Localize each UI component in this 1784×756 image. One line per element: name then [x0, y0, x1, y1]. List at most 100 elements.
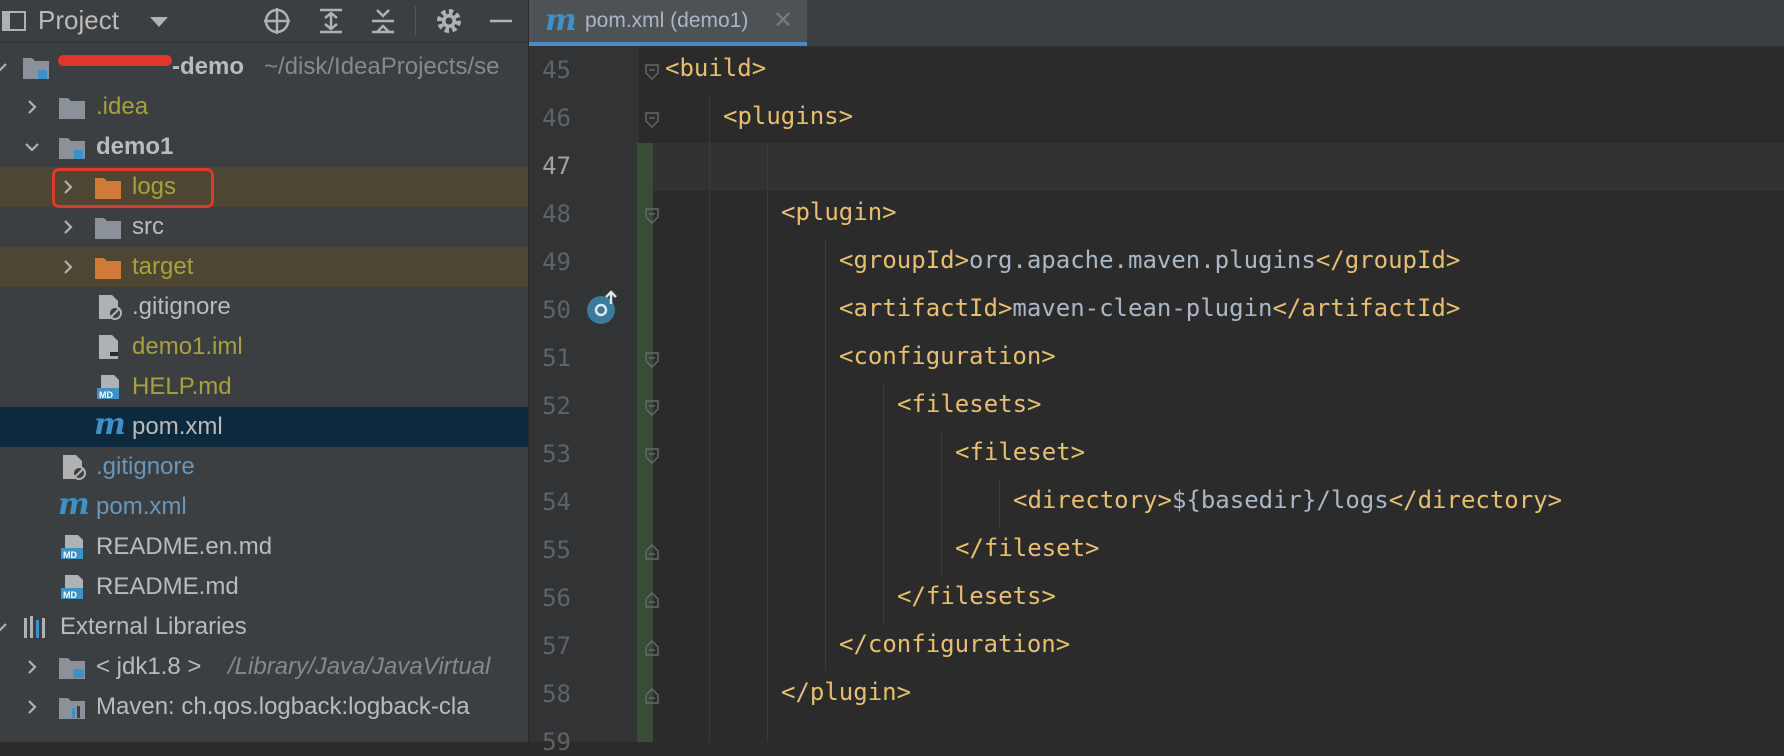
tree-item-label: target — [132, 253, 194, 280]
tree-item-demo1-pom[interactable]: m pom.xml — [0, 407, 528, 447]
tree-item-label: .gitignore — [132, 293, 231, 320]
line-number-current: 47 — [542, 152, 571, 180]
line-number: 59 — [542, 728, 571, 756]
chevron-right-icon[interactable] — [60, 179, 76, 195]
line-number: 49 — [542, 248, 571, 276]
folder-icon — [59, 98, 85, 119]
tree-item-path: /Library/Java/JavaVirtual — [228, 653, 491, 680]
tree-item-readme[interactable]: MD README.md — [0, 567, 528, 607]
chevron-right-icon[interactable] — [60, 259, 76, 275]
tree-item-label: HELP.md — [132, 373, 232, 400]
tree-item-root-gitignore[interactable]: .gitignore — [0, 447, 528, 487]
indent-guide — [767, 143, 768, 742]
module-folder-icon — [59, 138, 85, 159]
tree-item-label: README.md — [96, 573, 239, 600]
markdown-file-icon: MD — [61, 575, 83, 600]
code-line-45: <build> — [665, 54, 766, 82]
code-line-54: <directory>${basedir}/logs</directory> — [1013, 486, 1562, 514]
tree-item-label: pom.xml — [96, 493, 187, 520]
tree-item-demo1-iml[interactable]: demo1.iml — [0, 327, 528, 367]
chevron-down-icon[interactable] — [0, 619, 8, 635]
editor-tab-bar: m pom.xml (demo1) ✕ — [529, 0, 1784, 47]
indent-guide — [709, 95, 710, 742]
chevron-down-icon[interactable] — [150, 17, 168, 27]
iml-file-icon — [99, 335, 118, 359]
chevron-right-icon[interactable] — [24, 659, 40, 675]
line-number: 55 — [542, 536, 571, 564]
xml-text: maven-clean-plugin — [1012, 294, 1273, 322]
excluded-folder-icon — [95, 178, 121, 199]
tree-item-target[interactable]: target — [0, 247, 528, 287]
line-number: 56 — [542, 584, 571, 612]
gear-icon[interactable] — [434, 6, 464, 36]
project-view-icon — [2, 11, 26, 31]
tree-item-root-project[interactable]: -demo ~/disk/IdeaProjects/se — [0, 47, 528, 87]
xml-tag: </artifactId> — [1272, 294, 1461, 322]
xml-tag: <plugin> — [781, 198, 897, 226]
tree-item-jdk[interactable]: < jdk1.8 > /Library/Java/JavaVirtual — [0, 647, 528, 687]
xml-tag: <plugins> — [723, 102, 854, 130]
ignore-file-icon — [99, 295, 122, 320]
tree-item-label: External Libraries — [60, 613, 247, 640]
svg-text:MD: MD — [63, 590, 77, 600]
xml-text: ${basedir}/logs — [1171, 486, 1389, 514]
xml-tag: <artifactId> — [839, 294, 1013, 322]
tree-item-root-pom[interactable]: m pom.xml — [0, 487, 528, 527]
maven-file-icon: m — [58, 487, 90, 522]
tree-item-label: src — [132, 213, 164, 240]
line-number: 50 — [542, 296, 571, 324]
tree-item-readme-en[interactable]: MD README.en.md — [0, 527, 528, 567]
locate-icon[interactable] — [262, 6, 292, 36]
code-line-46: <plugins> — [723, 102, 853, 130]
indent-guide — [825, 239, 826, 671]
chevron-right-icon[interactable] — [60, 219, 76, 235]
tree-item-external-libraries[interactable]: External Libraries — [0, 607, 528, 647]
tree-item-idea[interactable]: .idea — [0, 87, 528, 127]
chevron-right-icon[interactable] — [24, 699, 40, 715]
markdown-file-icon: MD — [61, 535, 83, 560]
code-line-58: </plugin> — [781, 678, 911, 706]
tree-item-path: ~/disk/IdeaProjects/se — [264, 53, 500, 80]
line-number: 45 — [542, 56, 571, 84]
tree-item-help-md[interactable]: MD HELP.md — [0, 367, 528, 407]
tab-label: pom.xml (demo1) — [585, 9, 749, 32]
line-number: 51 — [542, 344, 571, 372]
markdown-file-icon: MD — [97, 375, 119, 400]
code-editor[interactable]: <build> <plugins> <plugin> <groupId>org.… — [653, 47, 1784, 742]
chevron-down-icon[interactable] — [24, 139, 40, 155]
chevron-down-icon[interactable] — [0, 59, 8, 75]
line-number: 52 — [542, 392, 571, 420]
close-icon[interactable]: ✕ — [773, 6, 793, 35]
tab-pom-xml-demo1[interactable]: m pom.xml (demo1) ✕ — [529, 0, 807, 46]
project-tool-window: Project -demo ~/disk/IdeaProjects/se .id… — [0, 0, 528, 742]
code-line-53: <fileset> — [955, 438, 1085, 466]
tree-item-label: demo1 — [96, 133, 174, 160]
tree-item-label: pom.xml — [132, 413, 223, 440]
run-maven-goal-icon[interactable] — [585, 290, 621, 326]
tree-item-label: README.en.md — [96, 533, 273, 560]
xml-tag: <fileset> — [955, 438, 1086, 466]
collapse-all-icon[interactable] — [368, 6, 398, 36]
tree-item-label: .gitignore — [96, 453, 195, 480]
excluded-folder-icon — [95, 258, 121, 279]
chevron-right-icon[interactable] — [24, 99, 40, 115]
tree-item-logs[interactable]: logs — [0, 167, 528, 208]
project-panel-title[interactable]: Project — [38, 5, 119, 36]
code-line-52: <filesets> — [897, 390, 1042, 418]
tree-item-src[interactable]: src — [0, 207, 528, 247]
tree-item-maven-library[interactable]: Maven: ch.qos.logback:logback-cla — [0, 687, 528, 727]
code-line-57: </configuration> — [839, 630, 1070, 658]
expand-all-icon[interactable] — [316, 6, 346, 36]
maven-file-icon: m — [94, 407, 126, 442]
current-line-highlight — [653, 143, 1784, 191]
editor-area: m pom.xml (demo1) ✕ 45 46 47 48 49 50 51… — [529, 0, 1784, 756]
folder-icon — [95, 218, 121, 239]
tree-item-demo1[interactable]: demo1 — [0, 127, 528, 167]
maven-file-icon: m — [545, 3, 577, 38]
tree-item-label: Maven: ch.qos.logback:logback-cla — [96, 693, 470, 720]
tree-item-label: logs — [132, 173, 177, 200]
tree-item-demo1-gitignore[interactable]: .gitignore — [0, 287, 528, 327]
hide-icon[interactable] — [486, 6, 516, 36]
code-line-49: <groupId>org.apache.maven.plugins</group… — [839, 246, 1460, 274]
module-folder-icon — [23, 58, 49, 79]
